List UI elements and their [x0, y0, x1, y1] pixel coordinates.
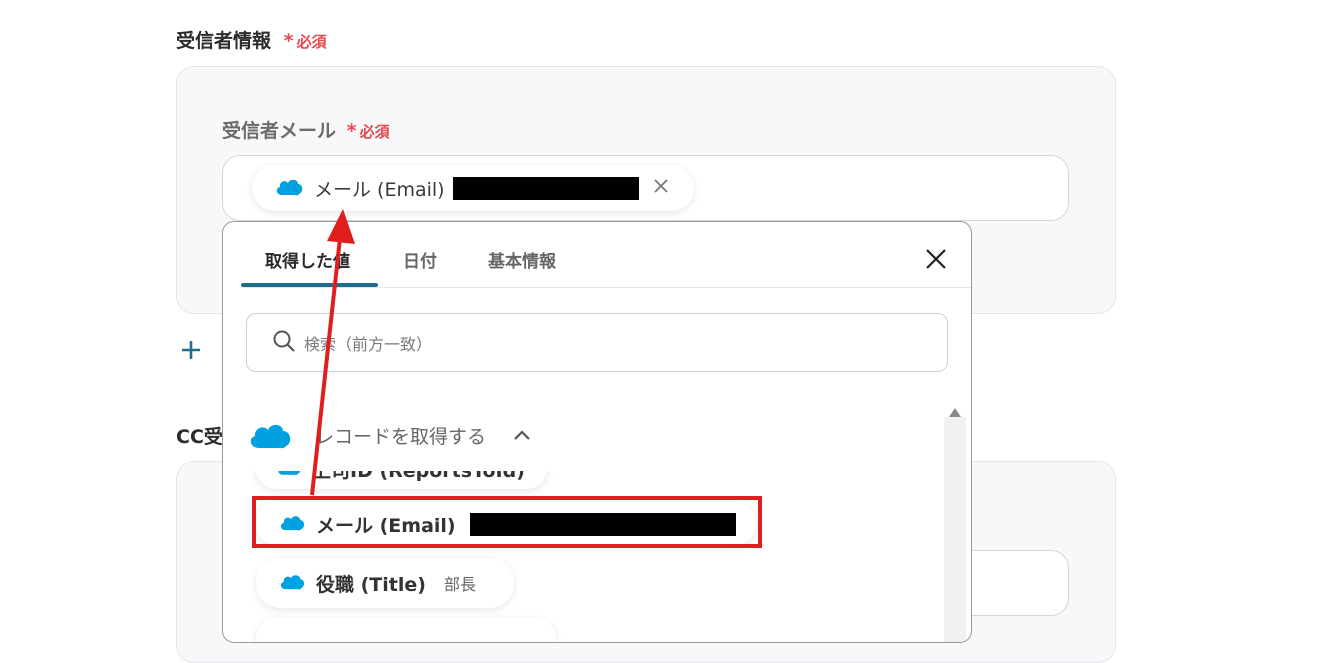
annotation-arrow — [310, 209, 355, 496]
list-item[interactable] — [256, 618, 556, 642]
